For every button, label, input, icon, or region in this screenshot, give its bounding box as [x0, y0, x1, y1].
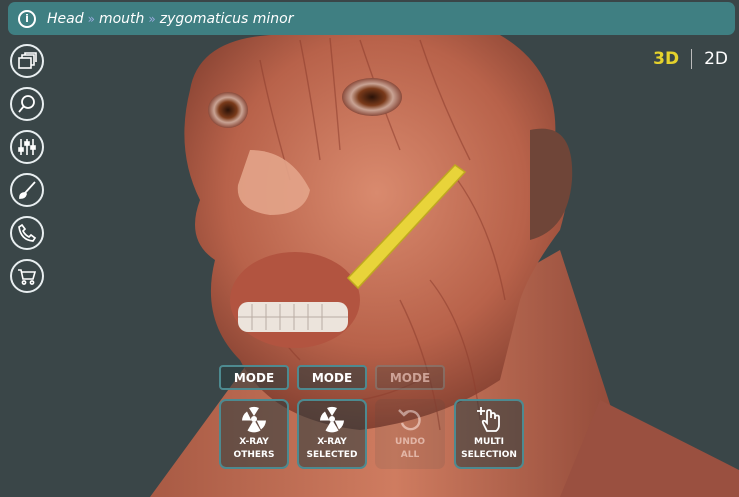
phone-icon [18, 223, 37, 242]
phone-button[interactable] [10, 216, 44, 250]
breadcrumb: i Head » mouth » zygomaticus minor [8, 2, 735, 35]
folder-gallery-button[interactable] [10, 44, 44, 78]
sidebar [10, 44, 46, 302]
xray-others-line2: OTHERS [233, 450, 275, 460]
view-2d-option[interactable]: 2D [704, 49, 728, 69]
multi-selection-button[interactable]: MULTI SELECTION [454, 399, 524, 469]
breadcrumb-item-head[interactable]: Head [47, 11, 84, 27]
breadcrumb-separator: » [148, 11, 156, 26]
cart-icon [18, 269, 37, 285]
xray-selected-line1: X-RAY [317, 437, 347, 447]
undo-all-button: UNDO ALL [375, 399, 445, 469]
xray-others-button[interactable]: X-RAY OTHERS [219, 399, 289, 469]
brush-button[interactable] [10, 173, 44, 207]
mode-button-xray-others[interactable]: MODE [219, 365, 289, 390]
undo-all-line2: ALL [400, 450, 420, 460]
undo-icon [398, 409, 421, 431]
brush-icon [19, 181, 36, 199]
radiation-icon [242, 406, 266, 433]
radiation-icon [320, 406, 344, 433]
view-toggle-divider [691, 49, 693, 69]
view-toggle: 3D 2D [653, 49, 728, 69]
breadcrumb-item-zygomaticus-minor[interactable]: zygomaticus minor [160, 11, 294, 27]
xray-selected-line2: SELECTED [306, 450, 358, 460]
anatomy-3d-viewport[interactable] [0, 0, 739, 497]
sliders-button[interactable] [10, 130, 44, 164]
breadcrumb-separator: » [87, 11, 95, 26]
undo-all-line1: UNDO [395, 437, 425, 447]
hand-plus-icon [477, 407, 500, 432]
search-button[interactable] [10, 87, 44, 121]
folder-gallery-icon [18, 52, 37, 69]
xray-selected-button[interactable]: X-RAY SELECTED [297, 399, 367, 469]
multi-selection-line1: MULTI [474, 437, 504, 447]
search-icon [18, 95, 35, 113]
breadcrumb-item-mouth[interactable]: mouth [99, 11, 144, 27]
mode-button-xray-selected[interactable]: MODE [297, 365, 367, 390]
xray-others-line1: X-RAY [239, 437, 269, 447]
sliders-icon [18, 139, 36, 155]
cart-button[interactable] [10, 259, 44, 293]
multi-selection-line2: SELECTION [461, 450, 517, 460]
view-3d-option[interactable]: 3D [653, 49, 679, 69]
mode-button-undo: MODE [375, 365, 445, 390]
info-icon[interactable]: i [18, 9, 36, 28]
